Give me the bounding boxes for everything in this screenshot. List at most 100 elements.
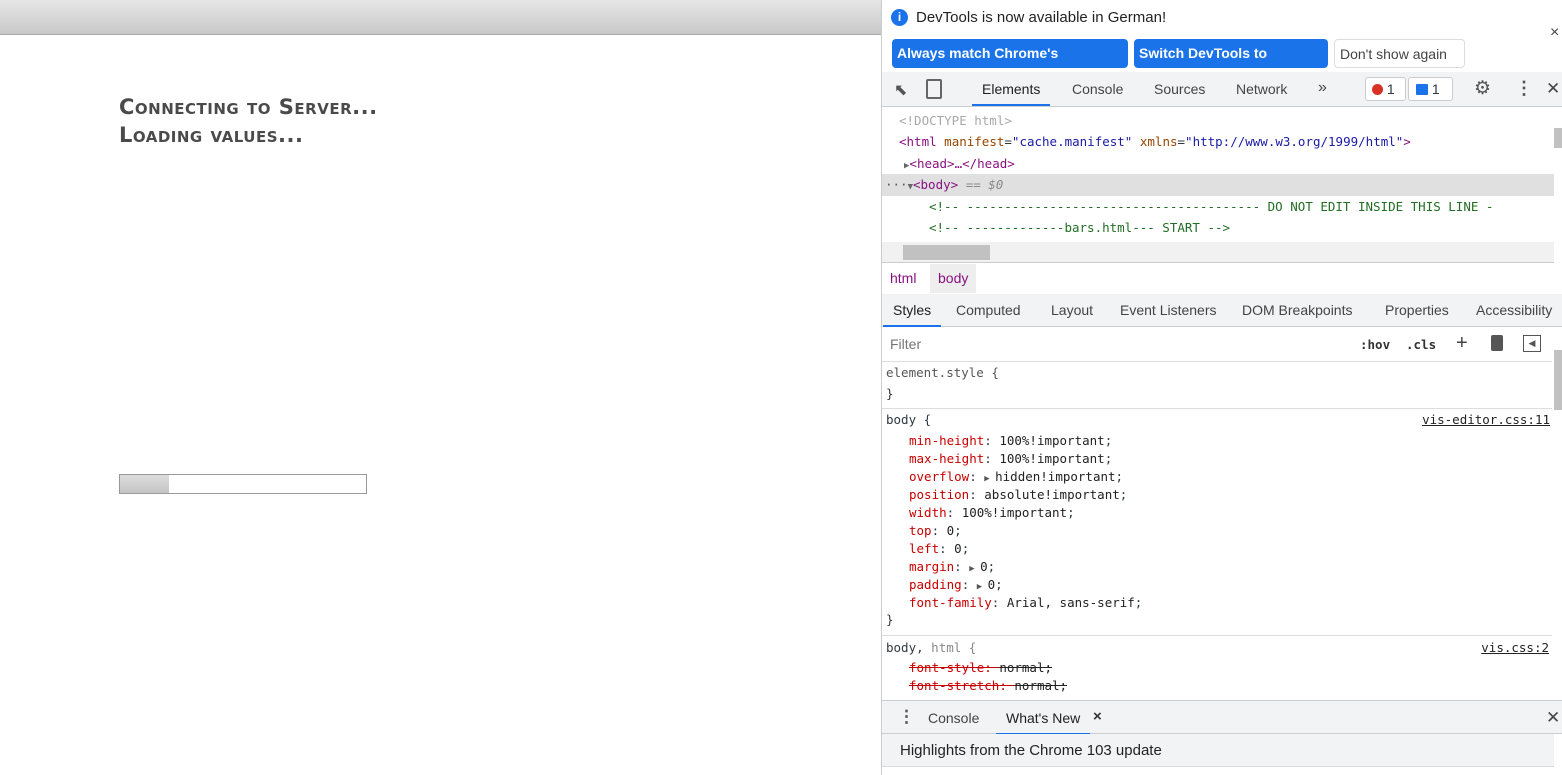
tab-layout[interactable]: Layout xyxy=(1051,302,1093,318)
drawer-tab-console[interactable]: Console xyxy=(928,710,979,726)
style-declaration[interactable]: max-height: 100%!important; xyxy=(909,451,1112,466)
style-declaration[interactable]: font-family: Arial, sans-serif; xyxy=(909,595,1142,610)
property-value: Arial, sans-serif xyxy=(1006,595,1135,610)
property-name: font-style xyxy=(909,660,985,675)
attr-value: "cache.manifest" xyxy=(1011,134,1133,149)
close-devtools-icon[interactable]: ✕ xyxy=(1546,79,1560,99)
tab-sources[interactable]: Sources xyxy=(1154,81,1205,97)
property-name: max-height xyxy=(909,451,985,466)
expand-triangle-icon[interactable]: ▶ xyxy=(977,582,988,592)
attr-name: xmlns xyxy=(1139,134,1178,149)
style-declaration[interactable]: padding: ▶ 0; xyxy=(909,577,1003,592)
rendering-paint-icon[interactable] xyxy=(1491,335,1503,351)
main-toolbar: ⬉ Elements Console Sources Network » 1 1… xyxy=(882,72,1562,107)
html-tag-close: > xyxy=(1403,134,1411,149)
property-value: 100%!important xyxy=(961,505,1068,520)
property-value: 0 xyxy=(980,559,988,574)
toggle-sidebar-icon[interactable]: ◀ xyxy=(1523,335,1541,352)
tab-computed[interactable]: Computed xyxy=(956,302,1021,318)
dont-show-again-button[interactable]: Don't show again xyxy=(1334,39,1465,68)
property-name: width xyxy=(909,505,947,520)
property-value: hidden!important xyxy=(995,469,1116,484)
message-icon xyxy=(1416,84,1428,95)
close-tab-icon[interactable]: × xyxy=(1093,708,1102,725)
rule-close-brace: } xyxy=(886,612,894,627)
html-node[interactable]: <html manifest="cache.manifest" xmlns="h… xyxy=(899,134,1411,149)
property-name: top xyxy=(909,523,932,538)
style-declaration[interactable]: left: 0; xyxy=(909,541,969,556)
head-tag: <head>…</head> xyxy=(909,156,1015,171)
body-tag: <body> xyxy=(913,177,959,192)
source-link[interactable]: vis-editor.css:11 xyxy=(1422,412,1550,427)
head-node[interactable]: ▶<head>…</head> xyxy=(904,156,1015,171)
style-declaration[interactable]: margin: ▶ 0; xyxy=(909,559,995,574)
more-options-icon[interactable]: ⋮ xyxy=(1515,78,1533,99)
style-declaration[interactable]: position: absolute!important; xyxy=(909,487,1127,502)
expand-triangle-icon[interactable]: ▶ xyxy=(984,474,995,484)
body-node[interactable]: ···▼<body> == $0 xyxy=(885,177,1003,192)
tab-accessibility[interactable]: Accessibility xyxy=(1476,302,1552,318)
more-tabs-button[interactable]: » xyxy=(1318,79,1327,97)
property-name: overflow xyxy=(909,469,970,484)
errors-badge[interactable]: 1 xyxy=(1365,77,1406,101)
tab-styles[interactable]: Styles xyxy=(882,302,942,327)
app-page: Connecting to Server... Loading values..… xyxy=(0,0,881,775)
tab-network[interactable]: Network xyxy=(1236,81,1287,97)
info-icon: i xyxy=(891,9,908,26)
element-style-selector: element.style { xyxy=(886,365,999,380)
cls-toggle[interactable]: .cls xyxy=(1406,337,1436,352)
hov-toggle[interactable]: :hov xyxy=(1360,337,1390,352)
scrollbar-thumb[interactable] xyxy=(903,245,990,260)
settings-gear-icon[interactable]: ⚙ xyxy=(1474,77,1491,100)
doctype-node[interactable]: <!DOCTYPE html> xyxy=(899,113,1012,128)
close-drawer-icon[interactable]: ✕ xyxy=(1546,708,1560,728)
property-name: left xyxy=(909,541,940,556)
progress-fill xyxy=(120,475,170,493)
new-style-rule-icon[interactable]: + xyxy=(1456,332,1468,355)
always-match-language-button[interactable]: Always match Chrome's language xyxy=(892,39,1128,90)
attr-name: manifest xyxy=(944,134,1005,149)
switch-to-german-button[interactable]: Switch DevTools to German xyxy=(1134,39,1328,90)
rule-close-brace: } xyxy=(886,386,894,401)
tab-console[interactable]: Console xyxy=(1072,81,1123,97)
drawer-menu-icon[interactable]: ⋮ xyxy=(898,707,915,727)
styles-filter-input[interactable] xyxy=(884,332,1348,356)
style-declaration[interactable]: width: 100%!important; xyxy=(909,505,1075,520)
comment-node[interactable]: <!-- -----------------------------------… xyxy=(929,199,1493,214)
loading-status: Loading values... xyxy=(119,123,304,147)
breadcrumb-body[interactable]: body xyxy=(930,264,977,293)
drawer-tab-whats-new[interactable]: What's New xyxy=(995,710,1091,735)
expand-triangle-icon[interactable]: ▶ xyxy=(969,564,980,574)
attr-value: "http://www.w3.org/1999/html" xyxy=(1185,134,1404,149)
tab-elements[interactable]: Elements xyxy=(971,81,1051,106)
tab-properties[interactable]: Properties xyxy=(1385,302,1449,318)
rule-selector: body { xyxy=(886,412,932,427)
selector-body: body, xyxy=(886,640,924,655)
breadcrumb-html[interactable]: html xyxy=(890,270,916,286)
tab-event-listeners[interactable]: Event Listeners xyxy=(1120,302,1217,318)
html-tag: <html xyxy=(899,134,937,149)
overridden-declaration[interactable]: font-style: normal; xyxy=(909,660,1052,675)
infobar-message: DevTools is now available in German! xyxy=(916,9,1167,26)
messages-badge[interactable]: 1 xyxy=(1408,77,1453,101)
styles-tabbar: Styles Computed Layout Event Listeners D… xyxy=(882,294,1562,327)
property-name: font-family xyxy=(909,595,992,610)
whats-new-header: Highlights from the Chrome 103 update xyxy=(882,734,1554,767)
source-link[interactable]: vis.css:2 xyxy=(1481,640,1549,655)
dom-vertical-scrollbar[interactable] xyxy=(1554,128,1562,148)
inspect-element-icon[interactable]: ⬉ xyxy=(894,80,907,100)
style-declaration[interactable]: overflow: ▶ hidden!important; xyxy=(909,469,1123,484)
loading-progress-bar xyxy=(119,474,367,494)
error-count: 1 xyxy=(1386,81,1395,97)
property-value: 0 xyxy=(946,523,955,538)
device-toolbar-icon[interactable] xyxy=(926,79,942,99)
styles-scrollbar[interactable] xyxy=(1554,350,1562,410)
ellipsis-icon[interactable]: ··· xyxy=(885,177,908,192)
infobar-close-icon[interactable]: × xyxy=(1550,24,1559,42)
style-declaration[interactable]: min-height: 100%!important; xyxy=(909,433,1112,448)
comment-node[interactable]: <!-- -------------bars.html--- START --> xyxy=(929,220,1230,235)
style-declaration[interactable]: top: 0; xyxy=(909,523,962,538)
overridden-declaration[interactable]: font-stretch: normal; xyxy=(909,678,1067,693)
dom-horizontal-scrollbar[interactable] xyxy=(882,242,1554,263)
tab-dom-breakpoints[interactable]: DOM Breakpoints xyxy=(1242,302,1352,318)
